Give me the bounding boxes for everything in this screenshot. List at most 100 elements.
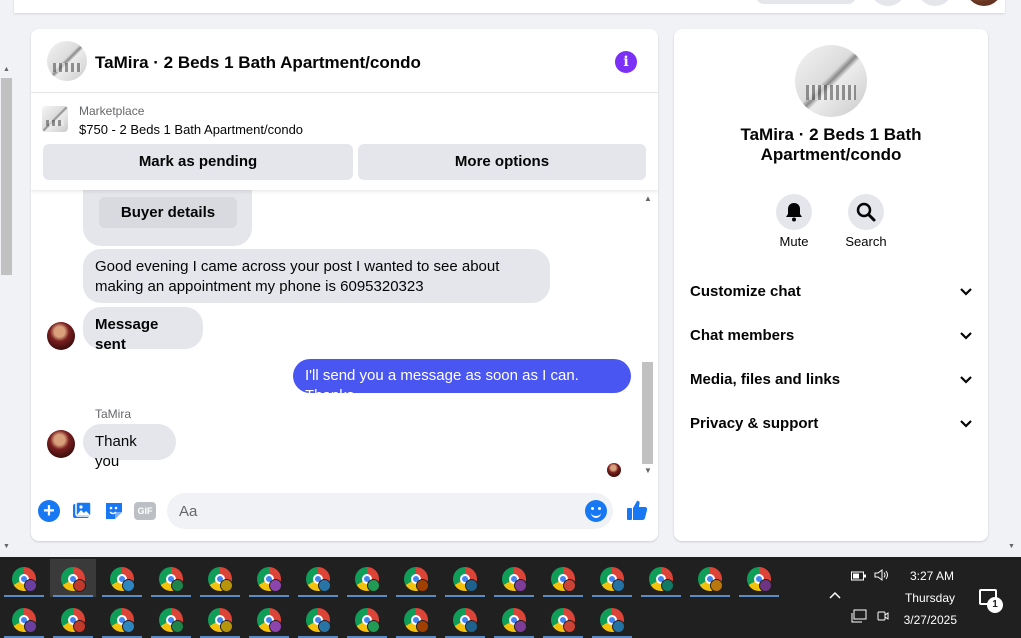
chat-title[interactable]: TaMira · 2 Beds 1 Bath Apartment/condo <box>95 53 421 73</box>
marketplace-listing-thumbnail[interactable] <box>42 106 68 132</box>
clock-time[interactable]: 3:27 AM <box>896 569 954 583</box>
account-avatar[interactable] <box>966 0 1002 6</box>
clock-day[interactable]: Thursday <box>896 591 955 605</box>
meet-now-icon[interactable] <box>876 609 890 626</box>
section-customize-chat[interactable]: Customize chat <box>690 279 974 303</box>
scroll-down-arrow-icon[interactable]: ▼ <box>644 466 652 475</box>
search-icon <box>848 194 884 230</box>
message-input[interactable] <box>167 493 613 529</box>
chrome-window-button[interactable] <box>197 559 243 597</box>
open-window-indicator <box>592 595 632 597</box>
chrome-window-button[interactable] <box>393 600 439 638</box>
clock-date[interactable]: 3/27/2025 <box>896 613 957 627</box>
section-media-files-links[interactable]: Media, files and links <box>690 367 974 391</box>
section-chat-members[interactable]: Chat members <box>690 323 974 347</box>
photo-icon[interactable] <box>71 500 93 522</box>
chrome-window-button[interactable] <box>491 559 537 597</box>
scroll-up-arrow-icon[interactable]: ▲ <box>3 66 10 73</box>
page-scrollbar-thumb[interactable] <box>1 78 12 275</box>
gif-icon[interactable]: GIF <box>134 502 156 520</box>
message-list: Buyer details Good evening I came across… <box>31 190 658 483</box>
chat-scrollbar[interactable]: ▲ ▼ <box>640 190 657 481</box>
chrome-window-button[interactable] <box>148 559 194 597</box>
profile-badge-icon <box>269 620 282 633</box>
mute-button[interactable]: Mute <box>764 194 824 249</box>
section-privacy-support[interactable]: Privacy & support <box>690 411 974 435</box>
profile-badge-icon <box>367 579 380 592</box>
profile-badge-icon <box>73 579 86 592</box>
chrome-window-button[interactable] <box>540 559 586 597</box>
page-scrollbar[interactable]: ▲ ▼ <box>0 60 14 555</box>
open-window-indicator <box>298 595 338 597</box>
scroll-down-arrow-icon[interactable]: ▼ <box>3 543 10 550</box>
chrome-window-button[interactable] <box>589 600 635 638</box>
open-window-indicator <box>249 595 289 597</box>
chrome-window-button[interactable] <box>1 559 47 597</box>
chrome-window-button[interactable] <box>197 600 243 638</box>
chrome-window-button[interactable] <box>393 559 439 597</box>
chat-panel: TaMira · 2 Beds 1 Bath Apartment/condo i… <box>31 29 658 541</box>
chrome-window-button[interactable] <box>491 600 537 638</box>
sender-avatar[interactable] <box>47 322 75 350</box>
profile-badge-icon <box>465 620 478 633</box>
chrome-window-button[interactable] <box>540 600 586 638</box>
chrome-window-button[interactable] <box>246 600 292 638</box>
sender-avatar[interactable] <box>47 430 75 458</box>
battery-icon[interactable] <box>851 570 867 585</box>
chrome-window-button[interactable] <box>442 600 488 638</box>
read-receipt-avatar <box>607 463 621 477</box>
emoji-icon[interactable] <box>585 500 607 522</box>
scroll-down-arrow-icon[interactable]: ▼ <box>1008 543 1015 550</box>
chevron-up-icon[interactable] <box>828 588 842 603</box>
chrome-window-button[interactable] <box>295 600 341 638</box>
search-button[interactable]: Search <box>836 194 896 249</box>
scroll-up-arrow-icon[interactable]: ▲ <box>644 194 652 203</box>
listing-photo-large[interactable] <box>795 45 867 117</box>
details-title: TaMira · 2 Beds 1 Bath Apartment/condo <box>740 125 922 164</box>
chrome-window-button[interactable] <box>442 559 488 597</box>
info-icon[interactable]: i <box>615 51 637 73</box>
plus-icon[interactable]: + <box>38 500 60 522</box>
chrome-window-button[interactable] <box>344 600 390 638</box>
profile-badge-icon <box>612 620 625 633</box>
profile-badge-icon <box>759 579 772 592</box>
chrome-window-button[interactable] <box>1 600 47 638</box>
chrome-window-button[interactable] <box>99 559 145 597</box>
profile-badge-icon <box>171 620 184 633</box>
top-navigation-bar <box>14 0 1005 13</box>
incoming-message: Message sent <box>83 307 203 353</box>
sticker-icon[interactable] <box>103 500 125 522</box>
network-icon[interactable] <box>851 609 867 626</box>
chrome-window-button[interactable] <box>148 600 194 638</box>
chrome-window-button[interactable] <box>736 559 782 597</box>
chevron-down-icon <box>960 420 972 428</box>
buyer-details-button[interactable]: Buyer details <box>99 197 237 228</box>
top-nav-button[interactable] <box>917 0 953 6</box>
speaker-icon[interactable] <box>874 568 890 585</box>
top-nav-button[interactable] <box>870 0 906 6</box>
chrome-window-button[interactable] <box>295 559 341 597</box>
profile-badge-icon <box>122 579 135 592</box>
chrome-window-button[interactable] <box>687 559 733 597</box>
section-label: Media, files and links <box>690 371 841 388</box>
buyer-details-card: Buyer details <box>83 190 252 246</box>
top-nav-pill[interactable] <box>756 0 856 4</box>
chrome-window-button[interactable] <box>638 559 684 597</box>
chat-scrollbar-thumb[interactable] <box>642 362 653 464</box>
sender-name: TaMira <box>95 407 132 421</box>
bell-icon <box>776 194 812 230</box>
open-window-indicator <box>4 595 44 597</box>
mark-as-pending-button[interactable]: Mark as pending <box>43 144 353 180</box>
profile-badge-icon <box>73 620 86 633</box>
chrome-window-button[interactable] <box>99 600 145 638</box>
mute-label: Mute <box>779 234 809 249</box>
thumbs-up-icon[interactable] <box>625 498 649 522</box>
listing-photo[interactable] <box>47 41 87 81</box>
chrome-window-button[interactable] <box>589 559 635 597</box>
chrome-window-button[interactable] <box>344 559 390 597</box>
listing-price-title[interactable]: $750 - 2 Beds 1 Bath Apartment/condo <box>79 122 303 137</box>
chrome-window-button[interactable] <box>246 559 292 597</box>
chrome-window-button[interactable] <box>50 559 96 597</box>
chrome-window-button[interactable] <box>50 600 96 638</box>
more-options-button[interactable]: More options <box>358 144 646 180</box>
